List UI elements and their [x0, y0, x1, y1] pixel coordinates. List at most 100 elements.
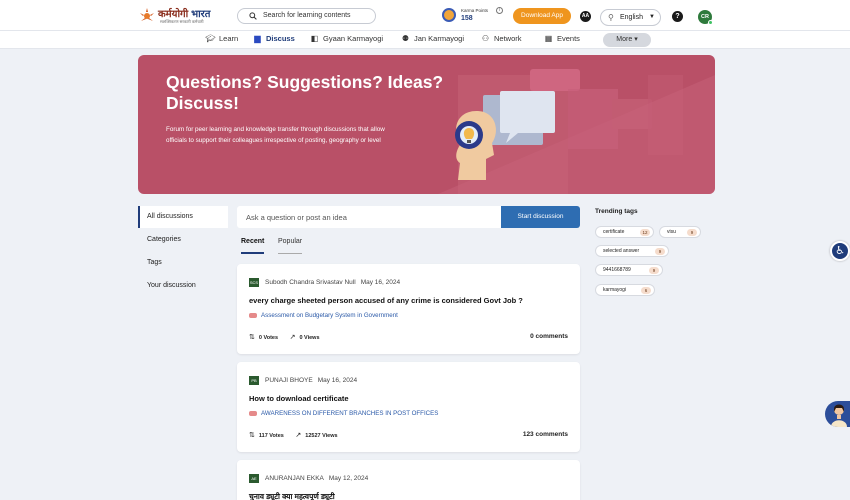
discussion-sidebar: All discussions Categories Tags Your dis… [138, 206, 228, 298]
trending-icon: ↗ [295, 432, 302, 439]
tag-label: karmayogi [603, 287, 627, 293]
nav-label: Events [557, 34, 580, 43]
tag-count: 9 [655, 248, 665, 255]
post-category[interactable]: AWARENESS ON DIFFERENT BRANCHES IN POST … [249, 410, 438, 417]
nav-label: Jan Karmayogi [414, 34, 465, 43]
tag-count: 9 [687, 229, 697, 236]
logo-icon [140, 8, 154, 21]
online-status-icon [708, 20, 713, 25]
post-meta: ANURANJAN EKKA May 12, 2024 [265, 475, 368, 482]
nav-label: Discuss [266, 34, 295, 43]
trending-tags-title: Trending tags [595, 208, 638, 215]
ask-question-input[interactable]: Ask a question or post an idea [246, 213, 347, 222]
votes-icon[interactable]: ⇅ [249, 432, 255, 439]
tag-chip[interactable]: visu 9 [659, 226, 701, 238]
category-label: Assessment on Budgetary System in Govern… [261, 312, 398, 319]
start-discussion-button[interactable]: Start discussion [501, 206, 580, 228]
nav-item-network[interactable]: ⚇ Network [480, 34, 522, 46]
nav-more-button[interactable]: More ▾ [603, 33, 651, 47]
tag-count: 12 [640, 229, 650, 236]
post-stats: ⇅ 117 Votes ↗ 12527 Views [249, 431, 338, 439]
search-icon [249, 12, 257, 20]
tag-count: 9 [649, 267, 659, 274]
graduation-cap-icon: 🎓︎ [205, 34, 216, 43]
post-date: May 16, 2024 [317, 377, 358, 384]
author-avatar: AE [249, 474, 259, 483]
caret-down-icon: ▾ [634, 36, 638, 43]
help-icon[interactable]: ? [672, 11, 683, 22]
chevron-down-icon: ▼ [649, 14, 655, 20]
post-meta: PUNAJI BHOYE May 16, 2024 [265, 377, 357, 384]
comments-count[interactable]: 123 comments [523, 431, 568, 438]
nav-more-label: More [616, 36, 633, 43]
nav-item-gyaan-karmayogi[interactable]: ◧ Gyaan Karmayogi [309, 34, 383, 46]
karma-points[interactable]: Karma Points 158 i [442, 7, 508, 25]
post-title[interactable]: चुनाव ड्यूटी क्या महत्वपूर्ण ड्यूटी [249, 492, 335, 500]
comments-count[interactable]: 0 comments [530, 333, 568, 340]
nav-item-events[interactable]: ▦ Events [543, 34, 580, 46]
font-size-button[interactable]: AA [580, 11, 591, 22]
logo[interactable]: कर्मयोगी भारत सशक्तिकरण सरकारी कर्मचारी [138, 6, 213, 26]
people-icon: ⚉ [401, 34, 410, 43]
post-meta: Subodh Chandra Srivastav Null May 16, 202… [265, 279, 400, 286]
chatbot-avatar-icon[interactable] [825, 401, 850, 427]
post-date: May 12, 2024 [328, 475, 369, 482]
discussion-card[interactable]: PB PUNAJI BHOYE May 16, 2024 How to downl… [237, 362, 580, 452]
ask-question-bar: Ask a question or post an idea Start dis… [237, 206, 580, 228]
category-icon [249, 312, 257, 318]
nav-item-discuss[interactable]: ▆ Discuss [252, 34, 295, 46]
tag-chip[interactable]: certificate 12 [595, 226, 654, 238]
votes-count: 0 Votes [258, 335, 279, 341]
chatbot-illustration [831, 404, 847, 427]
votes-icon[interactable]: ⇅ [249, 334, 255, 341]
category-label: AWARENESS ON DIFFERENT BRANCHES IN POST … [261, 410, 439, 417]
tag-chip[interactable]: selected answer 9 [595, 245, 669, 257]
author-avatar: PB [249, 376, 259, 385]
sidebar-item-your-discussion[interactable]: Your discussion [138, 275, 228, 297]
tag-label: visu [667, 229, 676, 235]
main-nav: 🎓︎ Learn ▆ Discuss ◧ Gyaan Karmayogi ⚉ Jan K… [0, 31, 850, 49]
nav-label: Network [494, 34, 522, 43]
tag-chip[interactable]: 9441668789 9 [595, 264, 663, 276]
karma-value: 158 [461, 15, 473, 22]
search-box[interactable]: Search for learning contents [237, 8, 376, 24]
views-count: 12527 Views [305, 433, 338, 439]
tag-chip[interactable]: karmayogi 6 [595, 284, 655, 296]
search-placeholder: Search for learning contents [263, 12, 351, 19]
post-title[interactable]: How to download certificate [249, 394, 349, 403]
tab-popular[interactable]: Popular [278, 238, 303, 254]
nav-label: Gyaan Karmayogi [323, 34, 384, 43]
sidebar-item-all-discussions[interactable]: All discussions [138, 206, 228, 228]
author-name[interactable]: ANURANJAN EKKA [265, 475, 324, 482]
post-category[interactable]: Assessment on Budgetary System in Govern… [249, 312, 398, 319]
translate-icon: ⚲ [608, 13, 614, 22]
votes-count: 117 Votes [258, 433, 284, 439]
tab-recent[interactable]: Recent [241, 238, 265, 254]
top-bar: कर्मयोगी भारत सशक्तिकरण सरकारी कर्मचारी … [0, 0, 850, 31]
user-avatar[interactable]: CR [698, 10, 713, 25]
nav-item-jan-karmayogi[interactable]: ⚉ Jan Karmayogi [400, 34, 464, 46]
post-stats: ⇅ 0 Votes ↗ 0 Views [249, 333, 320, 341]
logo-tagline: सशक्तिकरण सरकारी कर्मचारी [160, 19, 204, 24]
trending-icon: ↗ [289, 334, 296, 341]
download-app-button[interactable]: Download App [513, 8, 571, 24]
post-title[interactable]: every charge sheeted person accused of a… [249, 296, 523, 305]
accessibility-icon[interactable]: ♿︎ [830, 241, 850, 261]
banner-description: Forum for peer learning and knowledge tr… [166, 126, 385, 144]
book-icon: ◧ [310, 34, 319, 43]
tag-label: 9441668789 [603, 267, 631, 273]
sidebar-item-categories[interactable]: Categories [138, 229, 228, 251]
info-icon[interactable]: i [496, 7, 503, 14]
discussion-card[interactable]: SCS Subodh Chandra Srivastav Null May 16,… [237, 264, 580, 354]
discussion-card[interactable]: AE ANURANJAN EKKA May 12, 2024 चुनाव ड्यू… [237, 460, 580, 500]
user-initials: CR [701, 14, 709, 20]
discuss-banner: Questions? Suggestions? Ideas? Discuss! … [138, 55, 715, 194]
author-name[interactable]: Subodh Chandra Srivastav Null [265, 279, 356, 286]
author-name[interactable]: PUNAJI BHOYE [265, 377, 313, 384]
language-select[interactable]: ⚲ English ▼ [600, 9, 661, 26]
nav-item-learn[interactable]: 🎓︎ Learn [205, 34, 238, 46]
post-date: May 16, 2024 [360, 279, 401, 286]
chat-icon: ▆ [254, 34, 261, 43]
sidebar-item-tags[interactable]: Tags [138, 252, 228, 274]
tag-count: 6 [641, 287, 651, 294]
